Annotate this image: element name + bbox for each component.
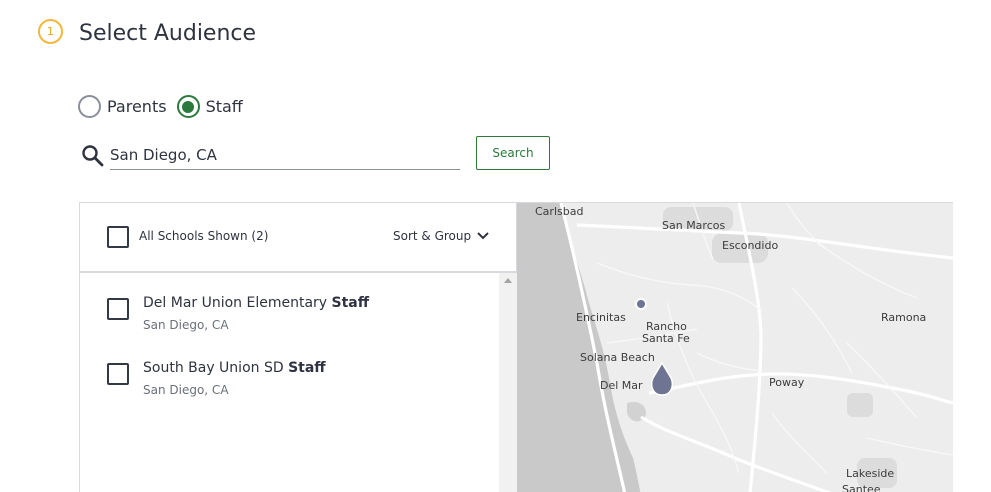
school-list: Del Mar Union Elementary Staff San Diego… <box>80 273 517 492</box>
map-label: Poway <box>769 376 805 389</box>
select-all-checkbox[interactable] <box>107 226 129 248</box>
school-location: San Diego, CA <box>143 383 229 397</box>
school-checkbox[interactable] <box>107 363 129 385</box>
map-label: Santa Fe <box>642 332 690 345</box>
school-location: San Diego, CA <box>143 318 229 332</box>
map-label: Santee <box>842 483 881 492</box>
list-item: South Bay Union SD Staff San Diego, CA <box>80 360 499 420</box>
location-search-input[interactable] <box>110 140 460 170</box>
staff-radio[interactable] <box>176 95 200 118</box>
list-item: Del Mar Union Elementary Staff San Diego… <box>80 295 499 355</box>
chevron-down-icon <box>477 232 489 240</box>
sort-group-label: Sort & Group <box>393 229 472 243</box>
step-header: 1 Select Audience <box>38 19 256 46</box>
parents-radio-label[interactable]: Parents <box>107 97 167 116</box>
map-label: Encinitas <box>576 311 626 324</box>
map-label: Solana Beach <box>580 351 655 364</box>
search-icon <box>82 145 104 167</box>
parents-radio[interactable] <box>78 95 101 118</box>
scroll-up-arrow-icon[interactable] <box>504 278 512 283</box>
list-scrollbar[interactable] <box>499 273 517 492</box>
step-number-badge: 1 <box>38 19 63 44</box>
map-label: Carlsbad <box>535 205 584 218</box>
map[interactable]: Carlsbad San Marcos Escondido Encinitas … <box>517 203 953 492</box>
map-label: Ramona <box>881 311 927 324</box>
urban-areas <box>663 207 897 488</box>
map-label: San Marcos <box>662 219 726 232</box>
school-list-pane: All Schools Shown (2) Sort & Group Del M… <box>80 203 517 492</box>
audience-radio-group: Parents Staff <box>78 95 253 118</box>
staff-radio-label[interactable]: Staff <box>206 97 243 116</box>
school-name: Del Mar Union Elementary Staff <box>143 295 370 311</box>
list-header: All Schools Shown (2) Sort & Group <box>80 203 516 273</box>
map-pin-icon[interactable] <box>650 361 674 396</box>
school-name: South Bay Union SD Staff <box>143 360 326 376</box>
schools-panel: All Schools Shown (2) Sort & Group Del M… <box>79 202 953 492</box>
map-label: Escondido <box>722 239 779 252</box>
map-label: Del Mar <box>600 379 643 392</box>
radio-selected-dot <box>182 100 195 113</box>
sort-group-dropdown[interactable]: Sort & Group <box>393 229 489 243</box>
map-label: Lakeside <box>846 467 895 480</box>
all-schools-label: All Schools Shown (2) <box>139 229 269 243</box>
search-button[interactable]: Search <box>476 136 550 170</box>
school-checkbox[interactable] <box>107 298 129 320</box>
map-dot-marker[interactable] <box>635 298 647 310</box>
page-title: Select Audience <box>79 21 257 46</box>
ocean-area <box>517 203 641 492</box>
